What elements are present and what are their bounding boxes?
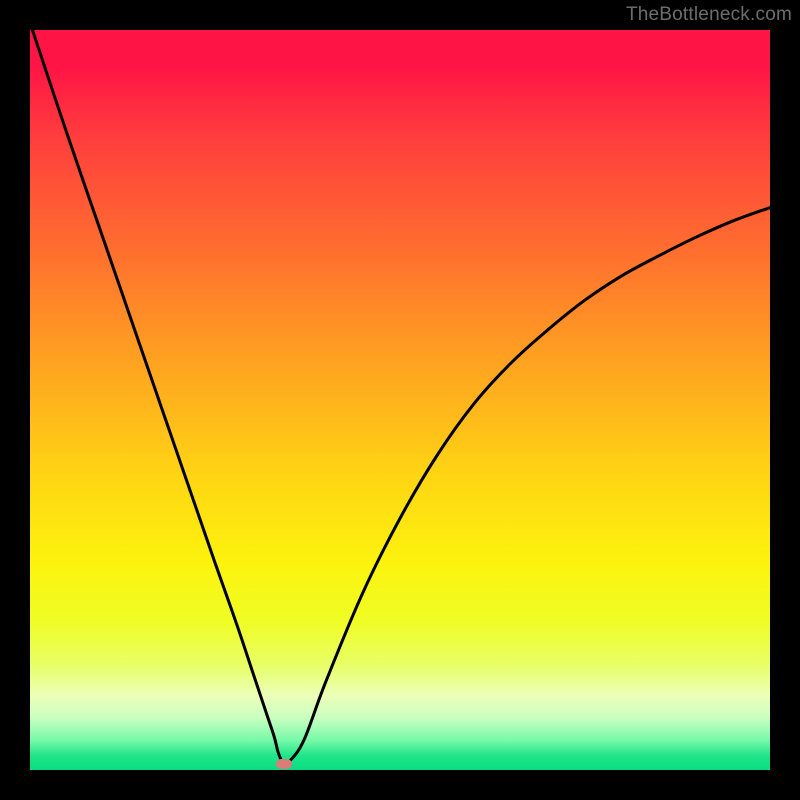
- bottleneck-curve: [30, 30, 770, 770]
- plot-area: [30, 30, 770, 770]
- minimum-marker-icon: [276, 759, 292, 769]
- chart-frame: TheBottleneck.com: [0, 0, 800, 800]
- watermark-text: TheBottleneck.com: [626, 4, 792, 26]
